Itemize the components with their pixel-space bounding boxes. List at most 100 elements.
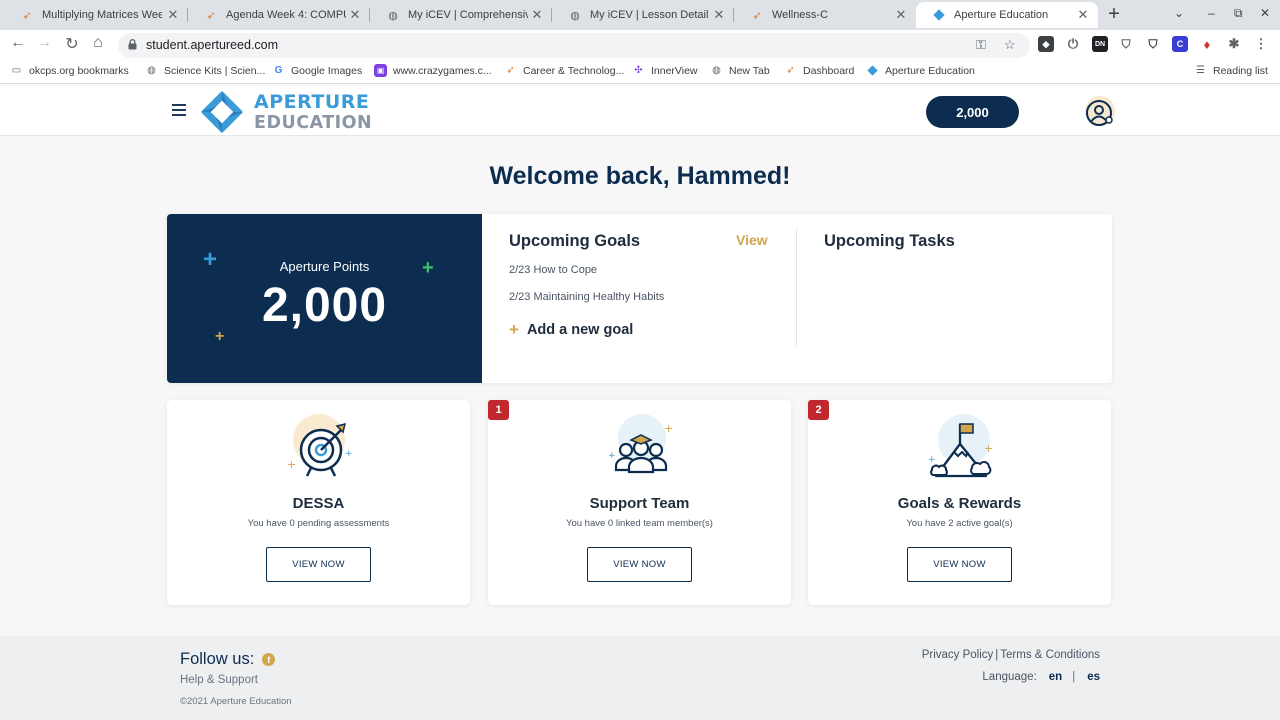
browser-tab[interactable]: ➶ Multiplying Matrices Week 3 ✕ <box>4 2 188 28</box>
power-icon[interactable]: ⏻ <box>1065 36 1081 52</box>
close-icon[interactable]: ✕ <box>712 7 726 23</box>
home-icon[interactable]: ⌂ <box>88 34 108 52</box>
card-subtitle: You have 0 pending assessments <box>247 518 390 529</box>
follow-us-label: Follow us: <box>180 650 255 668</box>
hamburger-menu-icon[interactable] <box>172 104 186 116</box>
browser-tab[interactable]: ➶ Agenda Week 4: COMPUTER ✕ <box>188 2 370 28</box>
card-subtitle: You have 2 active goal(s) <box>906 518 1013 529</box>
upcoming-goals-title: Upcoming Goals <box>509 232 641 250</box>
shield-icon[interactable]: ⛉ <box>1118 36 1134 52</box>
chevron-down-icon[interactable]: ⌄ <box>1174 6 1184 20</box>
close-icon[interactable]: ✕ <box>894 7 908 23</box>
add-goal-button[interactable]: + Add a new goal <box>509 320 633 340</box>
copyright-text: ©2021 Aperture Education <box>180 696 292 707</box>
site-header: APERTURE EDUCATION 2,000 <box>0 86 1280 136</box>
shield-check-icon[interactable]: ⛉ <box>1145 36 1161 52</box>
aperture-icon <box>866 64 879 77</box>
minimize-icon[interactable]: – <box>1208 6 1215 20</box>
goal-item[interactable]: 2/23 How to Cope <box>509 264 597 276</box>
back-arrow-icon[interactable]: ← <box>8 34 28 52</box>
key-icon[interactable]: ⚿ <box>976 37 986 53</box>
new-tab-button[interactable]: + <box>1104 3 1124 26</box>
tab-title: Aperture Education <box>954 9 1049 21</box>
bookmark-item[interactable]: ▭ okcps.org bookmarks <box>10 64 129 77</box>
dessa-card: + + DESSA You have 0 pending assessments… <box>167 400 470 605</box>
bookmark-item[interactable]: ▣ www.crazygames.c... <box>374 64 492 77</box>
rocket-favicon-icon: ➶ <box>22 9 32 22</box>
tab-title: My iCEV | Lesson Detail <box>590 9 709 21</box>
svg-text:+: + <box>664 422 673 435</box>
language-es-link[interactable]: es <box>1087 671 1100 683</box>
browser-tab[interactable]: ➶ Wellness-C ✕ <box>734 2 916 28</box>
language-en-link[interactable]: en <box>1049 671 1062 683</box>
extension-icon[interactable]: ◆ <box>1038 36 1054 52</box>
google-icon: G <box>274 65 283 76</box>
terms-link[interactable]: Terms & Conditions <box>1000 649 1100 661</box>
support-team-view-now-button[interactable]: VIEW NOW <box>587 547 692 582</box>
svg-text:+: + <box>345 449 353 459</box>
ruby-icon[interactable]: ♦ <box>1199 36 1215 52</box>
aperture-favicon-icon <box>932 8 946 22</box>
url-text: student.apertureed.com <box>146 38 279 52</box>
support-team-card: 1 + + Support Team You have 0 linked tea… <box>488 400 791 605</box>
bookmark-item[interactable]: ◍ New Tab <box>710 64 770 77</box>
card-title: Support Team <box>589 495 690 512</box>
legal-links: Privacy Policy | Terms & Conditions <box>921 649 1100 661</box>
bookmark-item[interactable]: ✣ InnerView <box>632 64 697 77</box>
points-pill[interactable]: 2,000 <box>926 96 1019 128</box>
facebook-icon[interactable]: f <box>262 653 276 666</box>
site-footer: Follow us: f Help & Support ©2021 Apertu… <box>0 636 1280 720</box>
globe-icon: ◍ <box>712 65 721 76</box>
add-goal-label: Add a new goal <box>526 322 634 338</box>
globe-icon: ◍ <box>147 65 156 76</box>
dessa-view-now-button[interactable]: VIEW NOW <box>266 547 371 582</box>
privacy-policy-link[interactable]: Privacy Policy <box>922 649 994 661</box>
bookmark-item[interactable]: ➶ Career & Technolog... <box>504 64 624 77</box>
dn-extension-icon[interactable]: DN <box>1092 36 1108 52</box>
help-support-link[interactable]: Help & Support <box>180 674 258 686</box>
bookmark-item[interactable]: ➶ Dashboard <box>784 64 854 77</box>
star-icon[interactable]: ☆ <box>1004 37 1016 53</box>
aperture-logo-icon[interactable] <box>200 90 244 134</box>
view-goals-link[interactable]: View <box>736 232 768 248</box>
reading-list-button[interactable]: ☰ Reading list <box>1194 64 1268 77</box>
tab-title: Agenda Week 4: COMPUTER <box>226 9 346 21</box>
browser-tab-active[interactable]: Aperture Education ✕ <box>916 2 1098 28</box>
close-icon[interactable]: ✕ <box>348 7 362 23</box>
follow-us: Follow us: f <box>180 650 276 669</box>
upcoming-tasks-title: Upcoming Tasks <box>824 232 955 250</box>
svg-text:+: + <box>608 451 616 461</box>
column-divider <box>796 228 797 346</box>
welcome-heading: Welcome back, Hammed! <box>489 162 791 190</box>
tab-title: My iCEV | Comprehensive H <box>408 9 528 21</box>
address-bar[interactable]: student.apertureed.com ⚿ ☆ <box>118 33 1030 58</box>
bookmark-item[interactable]: ◍ Science Kits | Scien... <box>145 64 265 77</box>
crazygames-icon: ▣ <box>374 64 387 77</box>
rocket-icon: ➶ <box>786 65 795 76</box>
mountain-flag-icon: + + <box>928 414 993 478</box>
reading-list-icon: ☰ <box>1196 65 1205 76</box>
window-close-icon[interactable]: ✕ <box>1260 6 1270 20</box>
c-extension-icon[interactable]: C <box>1172 36 1188 52</box>
close-icon[interactable]: ✕ <box>1076 7 1090 23</box>
bookmark-item[interactable]: G Google Images <box>272 64 363 77</box>
goals-rewards-view-now-button[interactable]: VIEW NOW <box>907 547 1012 582</box>
puzzle-icon[interactable]: ✱ <box>1226 36 1242 52</box>
reload-icon[interactable]: ↻ <box>62 34 82 54</box>
close-icon[interactable]: ✕ <box>166 7 180 23</box>
browser-tab[interactable]: ◍ My iCEV | Comprehensive H ✕ <box>370 2 552 28</box>
lock-icon <box>128 39 137 50</box>
browser-tab[interactable]: ◍ My iCEV | Lesson Detail ✕ <box>552 2 734 28</box>
globe-favicon-icon: ◍ <box>570 9 580 22</box>
goal-item[interactable]: 2/23 Maintaining Healthy Habits <box>509 291 664 303</box>
close-icon[interactable]: ✕ <box>530 7 544 23</box>
menu-dots-icon[interactable]: ⋮ <box>1253 36 1269 52</box>
language-selector: Language: en | es <box>982 671 1100 683</box>
restore-icon[interactable]: ⧉ <box>1234 6 1243 21</box>
user-avatar-icon[interactable] <box>1082 95 1116 129</box>
forward-arrow-icon[interactable]: → <box>34 34 54 52</box>
tab-title: Wellness-C <box>772 9 829 21</box>
tab-title: Multiplying Matrices Week 3 <box>42 9 162 21</box>
bookmark-item[interactable]: Aperture Education <box>866 64 975 77</box>
points-value: 2,000 <box>261 279 388 332</box>
